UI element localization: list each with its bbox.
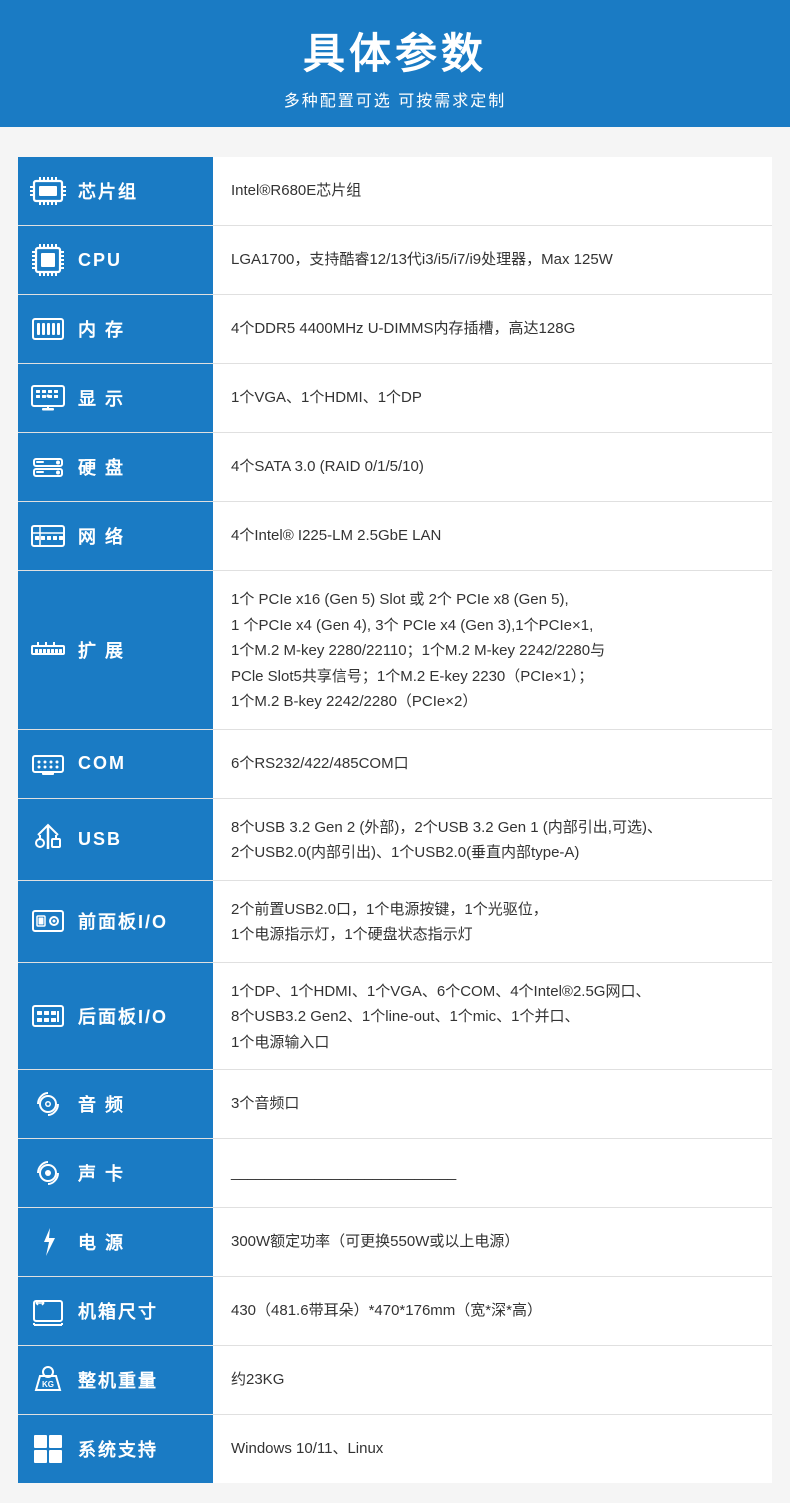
spec-label-cell-storage: 硬 盘 (18, 433, 213, 502)
os-icon (28, 1429, 68, 1469)
spec-value-chipset: Intel®R680E芯片组 (213, 157, 772, 226)
rear-io-icon (28, 996, 68, 1036)
spec-value-expansion: 1个 PCIe x16 (Gen 5) Slot 或 2个 PCIe x8 (G… (213, 571, 772, 730)
spec-label-sound-card: 声 卡 (78, 1160, 125, 1186)
spec-label-audio: 音 频 (78, 1091, 125, 1117)
spec-label-cell-expansion: 扩 展 (18, 571, 213, 730)
spec-label-cell-memory: 内 存 (18, 295, 213, 364)
table-row: 声 卡 ___________________________ (18, 1139, 772, 1208)
spec-label-cell-dimensions: 机箱尺寸 (18, 1277, 213, 1346)
spec-label-display: 显 示 (78, 385, 125, 411)
table-row: 电 源 300W额定功率（可更换550W或以上电源） (18, 1208, 772, 1277)
table-row: USB 8个USB 3.2 Gen 2 (外部)，2个USB 3.2 Gen 1 … (18, 798, 772, 880)
spec-content: 芯片组 Intel®R680E芯片组 CPU LGA1700，支持酷睿12/13代i… (0, 127, 790, 1503)
spec-value-power: 300W额定功率（可更换550W或以上电源） (213, 1208, 772, 1277)
table-row: 芯片组 Intel®R680E芯片组 (18, 157, 772, 226)
page-subtitle: 多种配置可选 可按需求定制 (0, 87, 790, 111)
table-row: 网 络 4个Intel® I225-LM 2.5GbE LAN (18, 502, 772, 571)
spec-label-power: 电 源 (78, 1229, 125, 1255)
front-io-icon (28, 901, 68, 941)
spec-table: 芯片组 Intel®R680E芯片组 CPU LGA1700，支持酷睿12/13代i… (18, 157, 772, 1483)
spec-label-dimensions: 机箱尺寸 (78, 1298, 158, 1324)
spec-label-cell-front-io: 前面板I/O (18, 880, 213, 962)
page-header: 具体参数 多种配置可选 可按需求定制 (0, 0, 790, 127)
com-icon (28, 744, 68, 784)
spec-value-display: 1个VGA、1个HDMI、1个DP (213, 364, 772, 433)
network-icon (28, 516, 68, 556)
spec-label-network: 网 络 (78, 523, 125, 549)
storage-icon (28, 447, 68, 487)
spec-value-front-io: 2个前置USB2.0口，1个电源按键，1个光驱位，1个电源指示灯，1个硬盘状态指… (213, 880, 772, 962)
spec-value-cpu: LGA1700，支持酷睿12/13代i3/i5/i7/i9处理器，Max 125… (213, 226, 772, 295)
spec-label-cell-sound-card: 声 卡 (18, 1139, 213, 1208)
spec-value-os: Windows 10/11、Linux (213, 1415, 772, 1484)
spec-label-cell-cpu: CPU (18, 226, 213, 295)
table-row: 系统支持 Windows 10/11、Linux (18, 1415, 772, 1484)
spec-value-storage: 4个SATA 3.0 (RAID 0/1/5/10) (213, 433, 772, 502)
spec-label-weight: 整机重量 (78, 1367, 158, 1393)
weight-icon: KG (28, 1360, 68, 1400)
spec-label-chipset: 芯片组 (78, 178, 138, 204)
chipset-icon (28, 171, 68, 211)
spec-label-cell-audio: 音 频 (18, 1070, 213, 1139)
spec-label-memory: 内 存 (78, 316, 125, 342)
spec-value-com: 6个RS232/422/485COM口 (213, 729, 772, 798)
spec-label-cell-chipset: 芯片组 (18, 157, 213, 226)
display-icon (28, 378, 68, 418)
power-icon (28, 1222, 68, 1262)
table-row: 显 示 1个VGA、1个HDMI、1个DP (18, 364, 772, 433)
spec-value-audio: 3个音频口 (213, 1070, 772, 1139)
cpu-icon (28, 240, 68, 280)
dimensions-icon (28, 1291, 68, 1331)
table-row: KG 整机重量约23KG (18, 1346, 772, 1415)
spec-label-cell-display: 显 示 (18, 364, 213, 433)
spec-value-sound-card: ___________________________ (213, 1139, 772, 1208)
usb-icon (28, 819, 68, 859)
spec-value-rear-io: 1个DP、1个HDMI、1个VGA、6个COM、4个Intel®2.5G网口、8… (213, 962, 772, 1070)
spec-value-weight: 约23KG (213, 1346, 772, 1415)
page-title: 具体参数 (0, 20, 790, 81)
spec-label-cell-com: COM (18, 729, 213, 798)
expansion-icon (28, 630, 68, 670)
spec-label-com: COM (78, 753, 126, 774)
table-row: CPU LGA1700，支持酷睿12/13代i3/i5/i7/i9处理器，Max … (18, 226, 772, 295)
table-row: 后面板I/O 1个DP、1个HDMI、1个VGA、6个COM、4个Intel®2.… (18, 962, 772, 1070)
table-row: 音 频 3个音频口 (18, 1070, 772, 1139)
spec-label-cpu: CPU (78, 250, 122, 271)
sound-card-icon (28, 1153, 68, 1193)
audio-icon (28, 1084, 68, 1124)
spec-label-cell-weight: KG 整机重量 (18, 1346, 213, 1415)
spec-label-rear-io: 后面板I/O (78, 1003, 168, 1029)
table-row: 内 存 4个DDR5 4400MHz U-DIMMS内存插槽，高达128G (18, 295, 772, 364)
table-row: COM 6个RS232/422/485COM口 (18, 729, 772, 798)
spec-label-cell-os: 系统支持 (18, 1415, 213, 1484)
table-row: 硬 盘 4个SATA 3.0 (RAID 0/1/5/10) (18, 433, 772, 502)
spec-value-usb: 8个USB 3.2 Gen 2 (外部)，2个USB 3.2 Gen 1 (内部… (213, 798, 772, 880)
spec-label-usb: USB (78, 829, 122, 850)
spec-label-cell-network: 网 络 (18, 502, 213, 571)
memory-icon (28, 309, 68, 349)
spec-value-dimensions: 430（481.6带耳朵）*470*176mm（宽*深*高） (213, 1277, 772, 1346)
svg-text:KG: KG (42, 1380, 54, 1389)
spec-label-os: 系统支持 (78, 1436, 158, 1462)
table-row: 前面板I/O 2个前置USB2.0口，1个电源按键，1个光驱位，1个电源指示灯，1… (18, 880, 772, 962)
spec-label-cell-rear-io: 后面板I/O (18, 962, 213, 1070)
spec-label-cell-power: 电 源 (18, 1208, 213, 1277)
table-row: 扩 展 1个 PCIe x16 (Gen 5) Slot 或 2个 PCIe x8… (18, 571, 772, 730)
spec-value-network: 4个Intel® I225-LM 2.5GbE LAN (213, 502, 772, 571)
table-row: 机箱尺寸 430（481.6带耳朵）*470*176mm（宽*深*高） (18, 1277, 772, 1346)
spec-value-memory: 4个DDR5 4400MHz U-DIMMS内存插槽，高达128G (213, 295, 772, 364)
spec-label-storage: 硬 盘 (78, 454, 125, 480)
spec-label-front-io: 前面板I/O (78, 908, 168, 934)
spec-label-cell-usb: USB (18, 798, 213, 880)
spec-label-expansion: 扩 展 (78, 637, 125, 663)
